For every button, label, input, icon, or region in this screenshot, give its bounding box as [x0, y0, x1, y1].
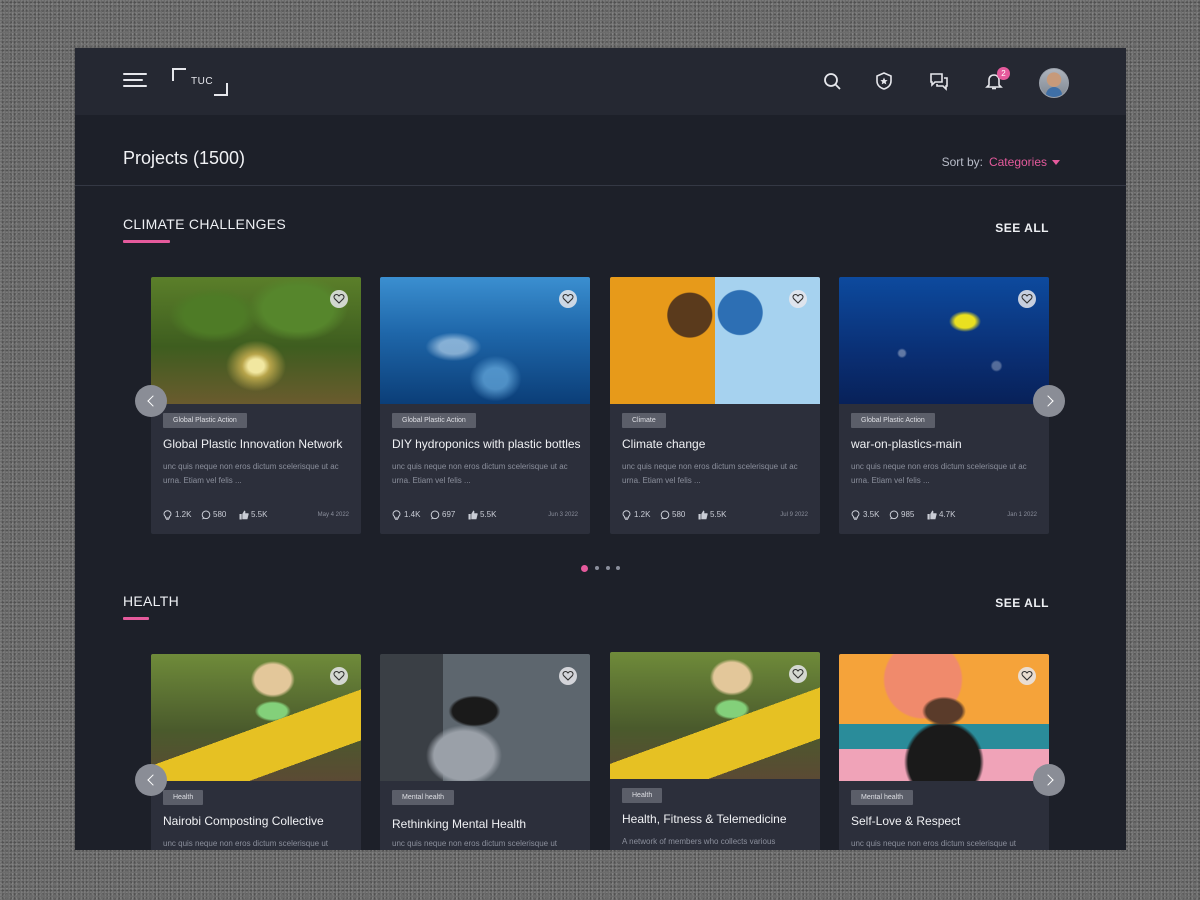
- caret-down-icon: [1052, 160, 1060, 166]
- chat-icon[interactable]: [928, 70, 950, 92]
- heart-icon[interactable]: [330, 290, 348, 308]
- carousel-prev-button[interactable]: [135, 764, 167, 796]
- app-window: TUC 2 Projects (1500) Sort by: Categories…: [75, 48, 1126, 850]
- menu-icon[interactable]: [123, 73, 147, 89]
- heart-icon[interactable]: [330, 667, 348, 685]
- divider: [75, 185, 1126, 186]
- section-underline: [123, 617, 149, 620]
- project-card[interactable]: Global Plastic Action war-on-plastics-ma…: [839, 277, 1049, 534]
- heart-icon[interactable]: [789, 665, 807, 683]
- card-title: DIY hydroponics with plastic bottles: [392, 437, 581, 451]
- card-title: Rethinking Mental Health: [392, 817, 527, 831]
- card-description: unc quis neque non eros dictum scelerisq…: [851, 839, 1016, 848]
- carousel-dot[interactable]: [595, 566, 599, 570]
- page-title: Projects (1500): [123, 148, 246, 168]
- heart-icon[interactable]: [789, 290, 807, 308]
- card-description: unc quis neque non eros dictum scelerisq…: [622, 462, 798, 485]
- comment-icon: [201, 510, 211, 520]
- heart-icon[interactable]: [1018, 667, 1036, 685]
- carousel-dot[interactable]: [616, 566, 620, 570]
- section-title-health: HEALTH: [123, 593, 179, 609]
- avatar[interactable]: [1039, 68, 1069, 98]
- see-all-climate-link[interactable]: SEE ALL: [995, 221, 1049, 235]
- comment-icon: [430, 510, 440, 520]
- section-underline: [123, 240, 170, 243]
- category-tag: Mental health: [392, 790, 455, 805]
- carousel-prev-button[interactable]: [135, 385, 167, 417]
- project-card[interactable]: Mental health Self-Love & Respect unc qu…: [839, 654, 1049, 850]
- card-stats: 1.2K 580 5.5K Jul 9 2022: [622, 509, 808, 521]
- card-date: May 4 2022: [317, 512, 349, 518]
- project-card[interactable]: Climate Climate change unc quis neque no…: [610, 277, 820, 534]
- thumbs-up-icon: [927, 510, 937, 520]
- card-title: Climate change: [622, 437, 706, 451]
- logo-text: TUC: [191, 76, 214, 87]
- carousel-next-button[interactable]: [1033, 385, 1065, 417]
- lightbulb-icon: [851, 510, 860, 520]
- card-stats: 3.5K 985 4.7K Jan 1 2022: [851, 509, 1037, 521]
- card-title: Self-Love & Respect: [851, 814, 961, 828]
- card-description: A network of members who collects variou…: [622, 837, 776, 846]
- card-description: unc quis neque non eros dictum scelerisq…: [851, 462, 1027, 485]
- notification-badge: 2: [997, 67, 1010, 80]
- card-stats: 1.2K 580 5.5K May 4 2022: [163, 509, 349, 521]
- sort-label: Sort by:: [941, 155, 983, 169]
- card-description: unc quis neque non eros dictum scelerisq…: [392, 462, 568, 485]
- carousel-dot[interactable]: [606, 566, 610, 570]
- card-stats: 1.4K 697 5.5K Jun 3 2022: [392, 509, 578, 521]
- comment-icon: [660, 510, 670, 520]
- heart-icon[interactable]: [559, 290, 577, 308]
- shield-star-icon[interactable]: [873, 70, 895, 92]
- lightbulb-icon: [163, 510, 172, 520]
- category-tag: Mental health: [851, 790, 914, 805]
- card-title: Nairobi Composting Collective: [163, 814, 324, 828]
- project-card[interactable]: Global Plastic Action Global Plastic Inn…: [151, 277, 361, 534]
- lightbulb-icon: [392, 510, 401, 520]
- carousel-next-button[interactable]: [1033, 764, 1065, 796]
- card-date: Jan 1 2022: [1007, 512, 1037, 518]
- project-card[interactable]: Health Nairobi Composting Collective unc…: [151, 654, 361, 850]
- category-tag: Health: [163, 790, 204, 805]
- category-tag: Climate: [622, 413, 666, 428]
- top-bar: TUC 2: [75, 48, 1126, 115]
- lightbulb-icon: [622, 510, 631, 520]
- comment-icon: [889, 510, 899, 520]
- heart-icon[interactable]: [1018, 290, 1036, 308]
- thumbs-up-icon: [698, 510, 708, 520]
- category-tag: Health: [622, 788, 663, 803]
- sort-dropdown[interactable]: Categories: [989, 155, 1060, 169]
- card-description: unc quis neque non eros dictum scelerisq…: [392, 839, 557, 848]
- thumbs-up-icon: [239, 510, 249, 520]
- search-icon[interactable]: [821, 70, 843, 92]
- carousel-dot[interactable]: [581, 565, 588, 572]
- card-title: Global Plastic Innovation Network: [163, 437, 343, 451]
- thumbs-up-icon: [468, 510, 478, 520]
- card-date: Jul 9 2022: [780, 512, 808, 518]
- sort-control: Sort by: Categories: [942, 155, 1060, 169]
- category-tag: Global Plastic Action: [851, 413, 935, 428]
- logo[interactable]: TUC: [172, 68, 228, 96]
- category-tag: Global Plastic Action: [163, 413, 247, 428]
- sort-value: Categories: [988, 155, 1047, 169]
- card-date: Jun 3 2022: [548, 512, 578, 518]
- card-title: Health, Fitness & Telemedicine: [622, 812, 787, 826]
- category-tag: Global Plastic Action: [392, 413, 476, 428]
- card-title: war-on-plastics-main: [851, 437, 962, 451]
- project-card[interactable]: Health Health, Fitness & Telemedicine A …: [610, 652, 820, 850]
- see-all-health-link[interactable]: SEE ALL: [995, 596, 1049, 610]
- card-description: unc quis neque non eros dictum scelerisq…: [163, 462, 339, 485]
- project-card[interactable]: Global Plastic Action DIY hydroponics wi…: [380, 277, 590, 534]
- section-title-climate: CLIMATE CHALLENGES: [123, 216, 287, 232]
- project-card[interactable]: Mental health Rethinking Mental Health u…: [380, 654, 590, 850]
- card-description: unc quis neque non eros dictum scelerisq…: [163, 839, 328, 848]
- heart-icon[interactable]: [559, 667, 577, 685]
